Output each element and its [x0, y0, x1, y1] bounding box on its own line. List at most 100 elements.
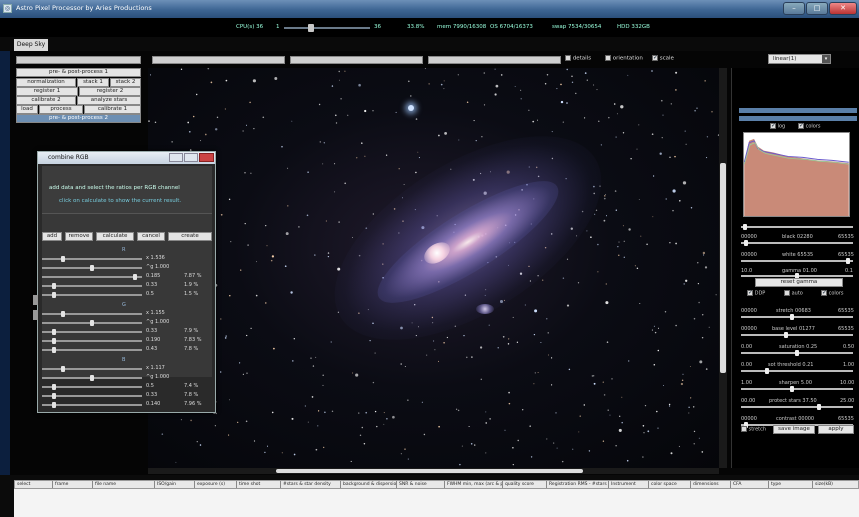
channel-slider[interactable]	[42, 329, 142, 335]
stretch-checkbox[interactable]	[741, 426, 747, 432]
auto-checkbox[interactable]	[784, 290, 790, 296]
colors-checkbox[interactable]	[798, 122, 804, 129]
dialog-close-button[interactable]	[199, 153, 214, 162]
details-checkbox[interactable]	[565, 55, 571, 61]
saturation-thumb[interactable]	[795, 350, 799, 356]
channel-slider[interactable]	[42, 338, 142, 344]
apply-button[interactable]: apply	[818, 425, 854, 434]
dialog-maximize-button[interactable]	[184, 153, 198, 162]
channel-slider-thumb[interactable]	[61, 366, 66, 372]
channel-slider-thumb[interactable]	[51, 402, 56, 408]
dialog-side-handle-1[interactable]	[33, 295, 38, 305]
log-toggle[interactable]: log	[770, 122, 785, 130]
table-column-header[interactable]: size(kB)	[813, 481, 859, 488]
process-tab[interactable]: process	[39, 105, 83, 114]
details-toggle[interactable]: details	[565, 55, 591, 62]
black-point-slider[interactable]	[741, 240, 853, 246]
table-column-header[interactable]: select	[15, 481, 53, 488]
black-point-thumb[interactable]	[744, 240, 749, 246]
calibrate-1-tab[interactable]: calibrate 1	[84, 105, 141, 114]
channel-slider[interactable]	[42, 292, 142, 298]
saturation-slider[interactable]	[741, 350, 853, 356]
stretch-thumb[interactable]	[789, 314, 794, 320]
table-column-header[interactable]: #stars & star density	[281, 481, 341, 488]
scale-checkbox[interactable]	[652, 54, 658, 61]
dialog-side-handle-2[interactable]	[33, 310, 38, 320]
dialog-minimize-button[interactable]	[169, 153, 183, 162]
table-column-header[interactable]: Registration RMS - #stars	[547, 481, 609, 488]
table-column-header[interactable]: exposure (s)	[195, 481, 237, 488]
table-column-header[interactable]: file name	[93, 481, 155, 488]
log-checkbox[interactable]	[770, 122, 776, 129]
cancel-button[interactable]: cancel	[137, 232, 165, 241]
colors-toggle[interactable]: colors	[798, 122, 821, 130]
colors2-checkbox[interactable]	[821, 289, 827, 296]
protect-stars-slider[interactable]	[741, 404, 853, 410]
histogram-range-thumb[interactable]	[743, 224, 747, 230]
close-button[interactable]: ✕	[829, 2, 857, 15]
ddp-toggle[interactable]: DDP	[747, 289, 765, 297]
canvas-horizontal-scrollbar[interactable]	[148, 468, 719, 474]
calculate-button[interactable]: calculate	[96, 232, 134, 241]
channel-slider[interactable]	[42, 402, 142, 408]
chevron-down-icon[interactable]: ▾	[822, 55, 830, 63]
register-1-tab[interactable]: register 1	[16, 87, 78, 96]
stretch-toggle[interactable]: stretch	[741, 426, 766, 433]
create-button[interactable]: create	[168, 232, 212, 241]
channel-slider[interactable]	[42, 366, 142, 372]
load-tab[interactable]: load	[16, 105, 38, 114]
channel-slider-thumb[interactable]	[90, 320, 94, 326]
channel-slider[interactable]	[42, 393, 142, 399]
channel-slider[interactable]	[42, 283, 142, 289]
orientation-toggle[interactable]: orientation	[605, 55, 643, 62]
reset-gamma-button[interactable]: reset gamma	[755, 278, 843, 287]
scale-toggle[interactable]: scale	[652, 54, 674, 62]
canvas-vertical-scrollbar[interactable]	[719, 68, 727, 468]
base-level-slider[interactable]	[741, 332, 853, 338]
table-column-header[interactable]: CFA	[731, 481, 769, 488]
table-column-header[interactable]: ISO/gain	[155, 481, 195, 488]
channel-slider-thumb[interactable]	[61, 311, 66, 317]
channel-slider-thumb[interactable]	[51, 329, 56, 335]
sharpen-slider[interactable]	[741, 386, 853, 392]
channel-slider-thumb[interactable]	[90, 375, 94, 381]
pre-post-process-1-tab[interactable]: pre- & post-process 1	[16, 68, 141, 77]
table-column-header[interactable]: color space	[649, 481, 691, 488]
stretch-mode-select[interactable]: linear(1) ▾	[768, 54, 831, 64]
calibrate-2-tab[interactable]: calibrate 2	[16, 96, 76, 105]
white-point-thumb[interactable]	[845, 258, 850, 264]
normalization-tab[interactable]: normalization	[16, 78, 76, 87]
stack-1-tab[interactable]: stack 1	[77, 78, 109, 87]
gamma-slider[interactable]	[741, 273, 853, 279]
table-column-header[interactable]: background & dispersion	[341, 481, 397, 488]
channel-slider[interactable]	[42, 347, 142, 353]
table-column-header[interactable]: type	[769, 481, 813, 488]
channel-slider-thumb[interactable]	[51, 347, 56, 353]
histogram-range-slider[interactable]	[741, 224, 853, 230]
table-column-header[interactable]: SNR & noise	[397, 481, 445, 488]
table-column-header[interactable]: Instrument	[609, 481, 649, 488]
channel-slider[interactable]	[42, 256, 142, 262]
stack-2-tab[interactable]: stack 2	[110, 78, 141, 87]
sot-threshold-thumb[interactable]	[764, 368, 769, 374]
channel-slider[interactable]	[42, 384, 142, 390]
analyze-stars-tab[interactable]: analyze stars	[77, 96, 141, 105]
white-point-slider[interactable]	[741, 258, 853, 264]
sot-threshold-slider[interactable]	[741, 368, 853, 374]
ddp-checkbox[interactable]	[747, 289, 753, 296]
stretch-slider[interactable]	[741, 314, 853, 320]
table-column-header[interactable]: quality score	[503, 481, 547, 488]
channel-slider[interactable]	[42, 311, 142, 317]
table-column-header[interactable]: FWHM min, max (arc & px)	[445, 481, 503, 488]
remove-button[interactable]: remove	[65, 232, 93, 241]
channel-slider[interactable]	[42, 320, 142, 326]
channel-slider[interactable]	[42, 274, 142, 280]
minimize-button[interactable]: –	[783, 2, 805, 15]
horizontal-scroll-thumb[interactable]	[276, 469, 583, 473]
add-button[interactable]: add	[42, 232, 62, 241]
table-column-header[interactable]: time shot	[237, 481, 281, 488]
pre-post-process-2-tab[interactable]: pre- & post-process 2	[16, 114, 141, 123]
maximize-button[interactable]: □	[806, 2, 828, 15]
image-canvas[interactable]	[148, 68, 719, 468]
channel-slider[interactable]	[42, 265, 142, 271]
